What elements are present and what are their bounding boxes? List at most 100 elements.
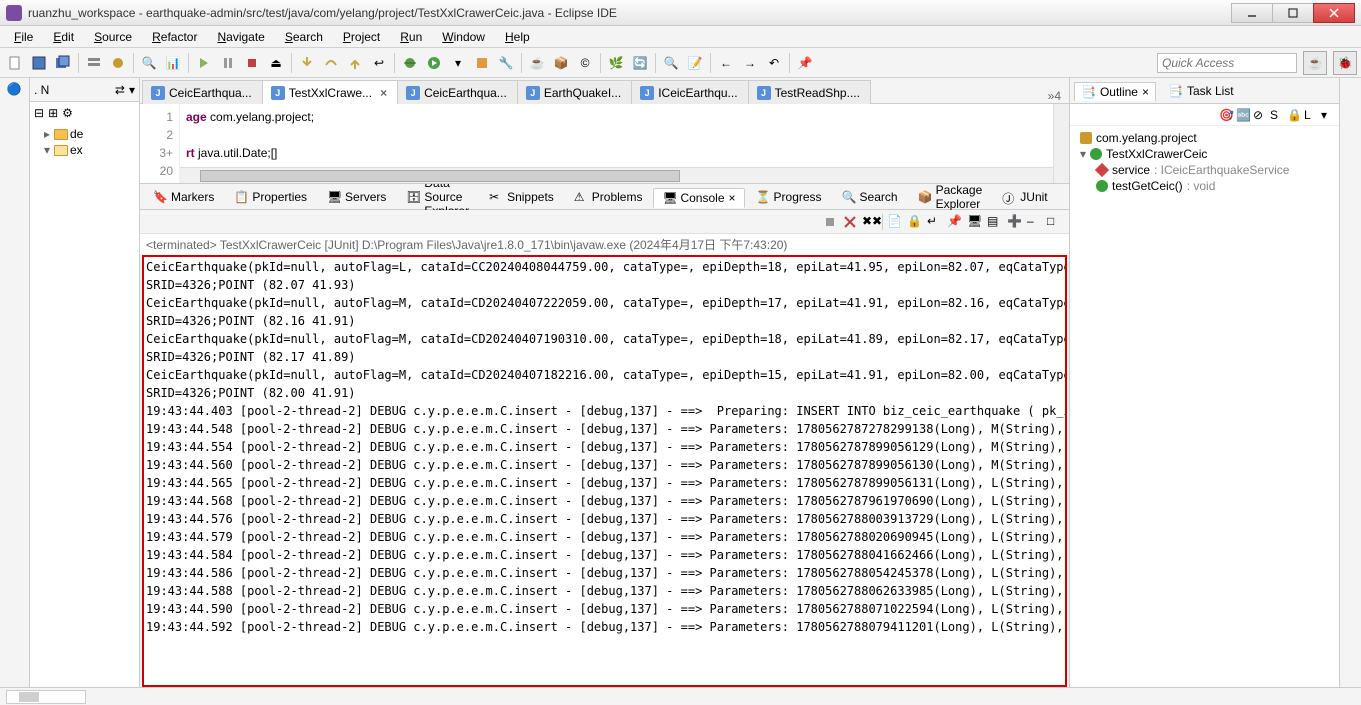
disconnect-icon[interactable]: ⏏ <box>265 52 287 74</box>
editor-horizontal-scrollbar[interactable] <box>180 167 1053 183</box>
editor-vertical-scrollbar[interactable] <box>1053 104 1069 183</box>
coverage-icon[interactable] <box>471 52 493 74</box>
editor-tab[interactable]: JEarthQuakeI... <box>517 80 632 104</box>
terminate-icon[interactable] <box>241 52 263 74</box>
menu-window[interactable]: Window <box>432 28 495 46</box>
view-menu-icon[interactable]: ▾ <box>129 83 135 97</box>
code-editor[interactable]: 123+20 age com.yelang.project; rt java.u… <box>140 104 1069 184</box>
filter-icon[interactable]: ⚙ <box>62 106 73 120</box>
tab-search[interactable]: 🔍Search <box>833 187 907 207</box>
menu-navigate[interactable]: Navigate <box>207 28 274 46</box>
hide-local-icon[interactable]: L <box>1304 108 1318 122</box>
status-scrollbar[interactable] <box>6 690 86 704</box>
display-console-icon[interactable]: 🖥 <box>967 214 983 230</box>
focus-icon[interactable]: 🎯 <box>1219 108 1233 122</box>
tab-servers[interactable]: 🖥Servers <box>318 187 395 207</box>
menu-run[interactable]: Run <box>390 28 432 46</box>
step-over-icon[interactable] <box>320 52 342 74</box>
last-edit-icon[interactable]: ↶ <box>763 52 785 74</box>
scroll-lock-icon[interactable]: 🔒 <box>907 214 923 230</box>
tab-snippets[interactable]: ✂Snippets <box>480 187 563 207</box>
close-view-icon[interactable]: × <box>729 191 736 205</box>
pin-console-icon[interactable]: 📌 <box>947 214 963 230</box>
editor-tab[interactable]: JCeicEarthqua... <box>397 80 518 104</box>
new-class-icon[interactable]: © <box>574 52 596 74</box>
suspend-icon[interactable] <box>217 52 239 74</box>
new-package-icon[interactable]: 📦 <box>550 52 572 74</box>
outline-tab-outline[interactable]: 📑Outline × <box>1074 82 1156 101</box>
menu-help[interactable]: Help <box>495 28 540 46</box>
outline-item[interactable]: com.yelang.project <box>1074 130 1335 146</box>
remove-launch-icon[interactable] <box>842 214 858 230</box>
outline-item[interactable]: ▾ TestXxlCrawerCeic <box>1074 146 1335 162</box>
debug-icon[interactable] <box>399 52 421 74</box>
git-icon[interactable]: 🌿 <box>605 52 627 74</box>
perspective-debug-icon[interactable]: 🐞 <box>1333 51 1357 75</box>
editor-tab[interactable]: JTestXxlCrawe...× <box>262 80 398 104</box>
pin-icon[interactable]: 📌 <box>794 52 816 74</box>
tab-properties[interactable]: 📋Properties <box>225 187 316 207</box>
tab-progress[interactable]: ⏳Progress <box>747 187 831 207</box>
outline-menu-icon[interactable]: ▾ <box>1321 108 1335 122</box>
tab-junit[interactable]: ⒿJUnit <box>993 187 1056 207</box>
tab-overflow[interactable]: »4 <box>1040 89 1069 103</box>
tab-problems[interactable]: ⚠Problems <box>565 187 652 207</box>
build-icon[interactable] <box>107 52 129 74</box>
maximize-view-icon[interactable]: □ <box>1047 214 1063 230</box>
hide-non-public-icon[interactable]: 🔒 <box>1287 108 1301 122</box>
close-tab-icon[interactable]: × <box>380 86 387 100</box>
run-icon[interactable] <box>423 52 445 74</box>
resume-icon[interactable] <box>193 52 215 74</box>
close-button[interactable] <box>1313 3 1355 23</box>
tab-package-explorer[interactable]: 📦Package Explorer <box>909 180 992 214</box>
menu-source[interactable]: Source <box>84 28 142 46</box>
outline-tab-task-list[interactable]: 📑Task List <box>1162 82 1240 100</box>
menu-project[interactable]: Project <box>333 28 390 46</box>
outline-item[interactable]: service : ICeicEarthquakeService <box>1074 162 1335 178</box>
toggle-breadcrumb-icon[interactable] <box>83 52 105 74</box>
quick-access-input[interactable] <box>1157 53 1297 73</box>
open-type-icon[interactable]: 🔍 <box>138 52 160 74</box>
menu-file[interactable]: File <box>4 28 43 46</box>
link-editor-icon[interactable]: ⇄ <box>115 83 125 97</box>
run-configs-icon[interactable]: ▾ <box>447 52 469 74</box>
outline-item[interactable]: testGetCeic() : void <box>1074 178 1335 194</box>
menu-search[interactable]: Search <box>275 28 333 46</box>
remove-all-icon[interactable]: ✖✖ <box>862 214 878 230</box>
menu-refactor[interactable]: Refactor <box>142 28 207 46</box>
annotations-icon[interactable]: 📝 <box>684 52 706 74</box>
open-console-icon[interactable]: ▤ <box>987 214 1003 230</box>
word-wrap-icon[interactable]: ↵ <box>927 214 943 230</box>
new-console-icon[interactable]: ➕ <box>1007 214 1023 230</box>
terminate-console-icon[interactable] <box>822 214 838 230</box>
perspective-java-icon[interactable]: ☕ <box>1303 51 1327 75</box>
hierarchy-icon[interactable]: 📊 <box>162 52 184 74</box>
tree-item-de[interactable]: ▸de <box>32 126 137 142</box>
tab-console[interactable]: 🖥Console × <box>653 188 744 208</box>
editor-tab[interactable]: JICeicEarthqu... <box>631 80 748 104</box>
minimize-view-icon[interactable]: – <box>1027 214 1043 230</box>
tab-debug[interactable]: 🐞Debug <box>1059 187 1069 207</box>
expand-all-icon[interactable]: ⊞ <box>48 106 58 120</box>
tab-markers[interactable]: 🔖Markers <box>144 187 223 207</box>
sync-icon[interactable]: 🔄 <box>629 52 651 74</box>
external-tools-icon[interactable]: 🔧 <box>495 52 517 74</box>
drop-frame-icon[interactable]: ↩ <box>368 52 390 74</box>
tree-item-ex[interactable]: ▾ex <box>32 142 137 158</box>
breakpoints-icon[interactable]: 🔵 <box>7 82 23 98</box>
step-return-icon[interactable] <box>344 52 366 74</box>
clear-console-icon[interactable]: 📄 <box>887 214 903 230</box>
editor-tab[interactable]: JCeicEarthqua... <box>142 80 263 104</box>
new-java-icon[interactable]: ☕ <box>526 52 548 74</box>
hide-fields-icon[interactable]: ⊘ <box>1253 108 1267 122</box>
collapse-all-icon[interactable]: ⊟ <box>34 106 44 120</box>
step-into-icon[interactable] <box>296 52 318 74</box>
hide-static-icon[interactable]: S <box>1270 108 1284 122</box>
save-all-icon[interactable] <box>52 52 74 74</box>
minimize-button[interactable] <box>1231 3 1273 23</box>
console-output[interactable]: CeicEarthquake(pkId=null, autoFlag=L, ca… <box>142 255 1067 687</box>
maximize-button[interactable] <box>1272 3 1314 23</box>
sort-icon[interactable]: 🔤 <box>1236 108 1250 122</box>
new-icon[interactable] <box>4 52 26 74</box>
save-icon[interactable] <box>28 52 50 74</box>
